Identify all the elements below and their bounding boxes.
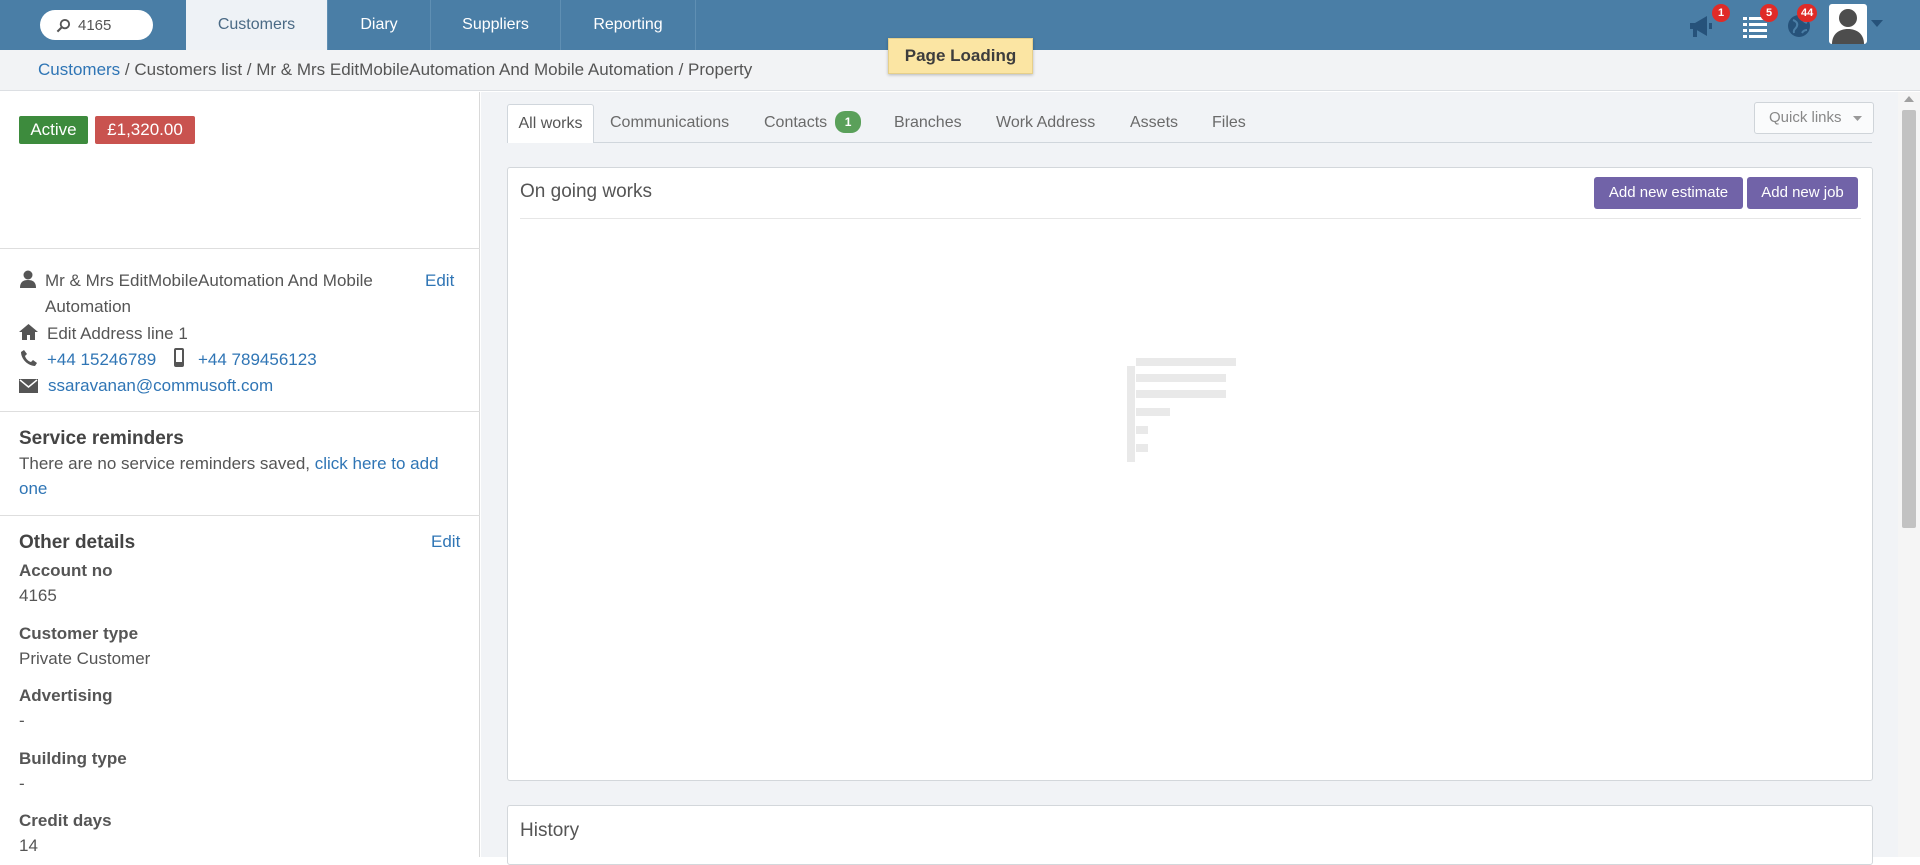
announcements-button[interactable]: 1	[1686, 4, 1730, 42]
customer-type-value: Private Customer	[19, 649, 151, 668]
panel-divider	[520, 218, 1861, 219]
mobile-icon	[174, 348, 184, 367]
tasks-count-badge: 5	[1760, 4, 1778, 22]
customer-address: Edit Address line 1	[47, 324, 188, 343]
customer-name-line1: Mr & Mrs EditMobileAutomation And Mobile	[45, 271, 373, 290]
announcements-count-badge: 1	[1712, 4, 1730, 22]
edit-other-details-link[interactable]: Edit	[431, 532, 460, 552]
mobile-link[interactable]: +44 789456123	[198, 350, 317, 370]
advertising-value: -	[19, 711, 25, 730]
tab-all-works[interactable]: All works	[507, 104, 594, 143]
skeleton-bar	[1136, 390, 1226, 398]
quick-links-dropdown[interactable]: Quick links	[1754, 102, 1874, 134]
ongoing-works-panel	[507, 167, 1873, 781]
building-type-value: -	[19, 774, 25, 793]
contacts-count-badge: 1	[835, 111, 862, 133]
credit-days-value: 14	[19, 836, 38, 855]
skeleton-bar	[1136, 408, 1170, 416]
search-input[interactable]	[78, 16, 146, 34]
phone-icon	[21, 350, 37, 366]
skeleton-bar	[1136, 444, 1148, 452]
tasks-button[interactable]: 5	[1740, 4, 1778, 42]
online-users-button[interactable]: 44	[1783, 4, 1818, 42]
add-new-estimate-button[interactable]: Add new estimate	[1594, 177, 1743, 209]
email-link[interactable]: ssaravanan@commusoft.com	[48, 376, 273, 396]
tab-communications[interactable]: Communications	[610, 104, 729, 143]
customer-sidebar	[0, 92, 480, 857]
credit-days-label: Credit days	[19, 811, 112, 830]
add-service-reminder-link[interactable]: click here to add	[315, 454, 439, 473]
home-icon	[19, 324, 38, 340]
online-count-badge: 44	[1797, 4, 1818, 22]
nav-tab-suppliers[interactable]: Suppliers	[430, 0, 560, 50]
tab-work-address[interactable]: Work Address	[996, 104, 1095, 143]
balance-badge: £1,320.00	[95, 116, 195, 144]
tab-contacts[interactable]: Contacts 1	[764, 104, 862, 143]
search-box[interactable]	[40, 10, 153, 40]
tab-files[interactable]: Files	[1212, 104, 1246, 143]
advertising-label: Advertising	[19, 686, 113, 705]
service-reminders-empty-text: There are no service reminders saved,	[19, 454, 315, 473]
ongoing-works-title: On going works	[520, 181, 653, 202]
building-type-label: Building type	[19, 749, 127, 768]
envelope-icon	[19, 379, 38, 393]
nav-tab-customers[interactable]: Customers	[186, 0, 327, 50]
scroll-up-arrow-icon[interactable]	[1904, 96, 1914, 102]
edit-customer-link[interactable]: Edit	[425, 271, 454, 291]
history-title: History	[520, 820, 580, 841]
tab-branches[interactable]: Branches	[894, 104, 962, 143]
skeleton-bar	[1136, 374, 1226, 382]
skeleton-bar	[1127, 366, 1135, 462]
page-loading-toast: Page Loading	[888, 38, 1033, 74]
breadcrumb-path: / Customers list / Mr & Mrs EditMobileAu…	[120, 60, 753, 79]
caret-down-icon	[1853, 116, 1862, 121]
add-new-job-button[interactable]: Add new job	[1747, 177, 1858, 209]
breadcrumb-customers-link[interactable]: Customers	[38, 60, 120, 79]
service-reminders-text: There are no service reminders saved, cl…	[19, 454, 439, 474]
nav-tab-reporting[interactable]: Reporting	[560, 0, 696, 50]
user-silhouette-icon	[1832, 9, 1864, 44]
scrollbar-thumb[interactable]	[1902, 110, 1916, 528]
service-reminders-heading: Service reminders	[19, 428, 184, 449]
quick-links-label: Quick links	[1769, 109, 1842, 126]
divider	[0, 248, 480, 249]
history-panel	[507, 805, 1873, 865]
nav-tab-diary[interactable]: Diary	[327, 0, 430, 50]
search-icon	[56, 18, 71, 32]
account-no-label: Account no	[19, 561, 113, 580]
tab-assets[interactable]: Assets	[1130, 104, 1178, 143]
account-no-value: 4165	[19, 586, 57, 605]
customer-name-line2: Automation	[45, 297, 131, 316]
divider	[0, 515, 480, 516]
divider	[0, 411, 480, 412]
status-badge: Active	[19, 116, 88, 144]
tab-contacts-label: Contacts	[764, 114, 828, 131]
user-avatar[interactable]	[1829, 4, 1867, 44]
phone-link[interactable]: +44 15246789	[47, 350, 156, 370]
customer-type-label: Customer type	[19, 624, 139, 643]
skeleton-bar	[1136, 358, 1236, 366]
skeleton-bar	[1136, 426, 1148, 434]
person-icon	[20, 270, 36, 288]
add-service-reminder-link-continued[interactable]: one	[19, 479, 47, 499]
chevron-down-icon[interactable]	[1871, 20, 1883, 28]
other-details-heading: Other details	[19, 532, 136, 553]
